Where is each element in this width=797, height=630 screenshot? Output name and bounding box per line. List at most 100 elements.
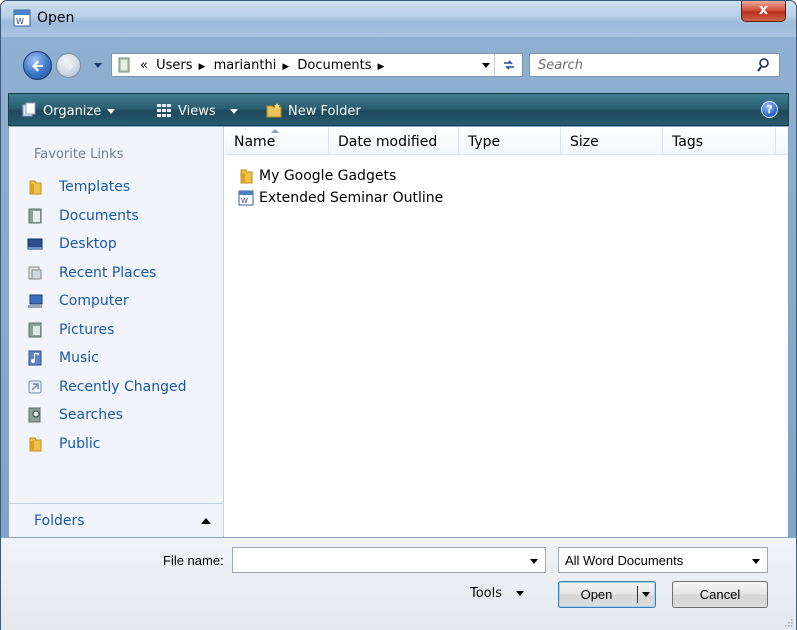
sidebar-item-label: Documents bbox=[59, 207, 139, 224]
column-header-date-modified[interactable]: Date modified bbox=[329, 127, 459, 155]
folder-icon bbox=[240, 169, 253, 184]
command-toolbar: Organize Views New Folder ? bbox=[8, 93, 789, 126]
word-app-icon: W bbox=[13, 9, 31, 27]
organize-menu[interactable]: Organize bbox=[21, 102, 116, 119]
chevron-down-icon[interactable] bbox=[530, 559, 538, 564]
search-icon[interactable] bbox=[757, 57, 773, 73]
window-title: Open bbox=[37, 10, 75, 26]
sidebar-item-label: Recent Places bbox=[59, 264, 157, 281]
address-bar[interactable]: « Users ▶ marianthi ▶ Documents ▶ bbox=[111, 53, 523, 77]
music-icon bbox=[28, 350, 42, 366]
column-header-name[interactable]: Name bbox=[225, 127, 329, 155]
open-label: Open bbox=[580, 587, 613, 602]
breadcrumb-separator-icon[interactable]: ▶ bbox=[199, 62, 206, 72]
file-type-select[interactable]: All Word Documents bbox=[558, 547, 768, 573]
breadcrumb-overflow[interactable]: « bbox=[140, 58, 148, 73]
sidebar-item-searches[interactable]: Searches bbox=[27, 401, 187, 430]
recent-pages-dropdown-icon[interactable] bbox=[92, 59, 104, 71]
breadcrumb-marianthi[interactable]: marianthi bbox=[214, 58, 277, 73]
refresh-icon bbox=[503, 60, 514, 70]
new-folder-button[interactable]: New Folder bbox=[266, 102, 361, 119]
sidebar-item-label: Recently Changed bbox=[59, 378, 187, 395]
resize-grip-icon[interactable] bbox=[783, 617, 793, 627]
help-button[interactable]: ? bbox=[761, 101, 778, 118]
title-bar[interactable]: W Open x bbox=[1, 1, 796, 37]
open-button[interactable]: Open bbox=[558, 581, 656, 608]
column-header-size[interactable]: Size bbox=[561, 127, 663, 155]
column-label: Size bbox=[570, 134, 599, 150]
column-label: Tags bbox=[672, 134, 703, 150]
sidebar-item-recently-changed[interactable]: Recently Changed bbox=[27, 373, 187, 402]
breadcrumb-users[interactable]: Users bbox=[156, 58, 192, 73]
folder-icon bbox=[29, 437, 42, 452]
tools-label: Tools bbox=[470, 586, 503, 601]
open-options-dropdown-icon[interactable] bbox=[642, 592, 650, 597]
folder-icon bbox=[29, 180, 42, 195]
sidebar-item-label: Public bbox=[59, 435, 101, 452]
search-input[interactable]: Search bbox=[538, 58, 583, 73]
sort-ascending-icon bbox=[271, 129, 279, 133]
file-type-value: All Word Documents bbox=[565, 553, 684, 568]
navigation-pane: Favorite Links Templates Documents Deskt… bbox=[9, 127, 224, 537]
file-name-input[interactable] bbox=[232, 547, 546, 573]
close-button[interactable]: x bbox=[741, 1, 786, 22]
file-list: My Google Gadgets W Extended Seminar Out… bbox=[238, 165, 443, 209]
folders-toggle[interactable]: Folders bbox=[9, 503, 223, 537]
split-divider bbox=[637, 586, 638, 603]
sidebar-item-desktop[interactable]: Desktop bbox=[27, 230, 187, 259]
file-name: My Google Gadgets bbox=[259, 168, 397, 184]
refresh-button[interactable] bbox=[494, 54, 522, 76]
chevron-down-icon bbox=[752, 559, 760, 564]
sidebar-item-label: Searches bbox=[59, 407, 124, 424]
breadcrumb-separator-icon[interactable]: ▶ bbox=[282, 62, 289, 72]
searches-icon bbox=[28, 407, 41, 423]
cancel-button[interactable]: Cancel bbox=[672, 581, 768, 608]
sidebar-item-recent-places[interactable]: Recent Places bbox=[27, 259, 187, 288]
desktop-icon bbox=[27, 238, 43, 250]
file-name: Extended Seminar Outline bbox=[259, 190, 444, 206]
breadcrumb-documents[interactable]: Documents bbox=[297, 58, 371, 73]
folders-label: Folders bbox=[34, 513, 85, 529]
file-list-pane: Name Date modified Type Size Tags My Goo… bbox=[225, 127, 788, 537]
forward-button[interactable] bbox=[56, 53, 81, 78]
tools-menu[interactable]: Tools bbox=[470, 586, 525, 601]
location-icon bbox=[118, 57, 130, 73]
sidebar-item-music[interactable]: Music bbox=[27, 344, 187, 373]
sidebar-item-label: Music bbox=[59, 350, 99, 367]
favorite-links-heading: Favorite Links bbox=[34, 147, 124, 162]
open-dialog: W Open x « Users ▶ marianthi ▶ Documents… bbox=[0, 0, 797, 630]
breadcrumb-separator-icon[interactable]: ▶ bbox=[378, 62, 385, 72]
sidebar-item-documents[interactable]: Documents bbox=[27, 202, 187, 231]
back-button[interactable] bbox=[23, 51, 52, 80]
organize-icon bbox=[22, 102, 36, 117]
list-item[interactable]: W Extended Seminar Outline bbox=[238, 187, 443, 209]
new-folder-icon bbox=[266, 103, 282, 118]
sidebar-item-public[interactable]: Public bbox=[27, 430, 187, 459]
chevron-up-icon bbox=[201, 518, 211, 524]
column-label: Name bbox=[234, 134, 276, 150]
sidebar-item-templates[interactable]: Templates bbox=[27, 173, 187, 202]
address-history-dropdown-icon[interactable] bbox=[482, 63, 490, 68]
column-header-type[interactable]: Type bbox=[459, 127, 561, 155]
chevron-down-icon bbox=[516, 591, 525, 596]
svg-text:W: W bbox=[241, 197, 248, 205]
sidebar-item-computer[interactable]: Computer bbox=[27, 287, 187, 316]
list-item[interactable]: My Google Gadgets bbox=[238, 165, 443, 187]
views-menu[interactable]: Views bbox=[156, 102, 238, 119]
chevron-down-icon bbox=[229, 109, 238, 114]
pictures-icon bbox=[28, 322, 42, 338]
arrow-left-icon bbox=[32, 60, 43, 72]
column-headers: Name Date modified Type Size Tags bbox=[225, 127, 788, 155]
sidebar-item-pictures[interactable]: Pictures bbox=[27, 316, 187, 345]
recently-changed-icon bbox=[28, 380, 42, 394]
favorite-links-list: Templates Documents Desktop Recent Place… bbox=[27, 173, 187, 458]
documents-icon bbox=[28, 208, 42, 224]
new-folder-label: New Folder bbox=[288, 104, 361, 119]
chevron-down-icon bbox=[107, 109, 116, 114]
views-icon bbox=[157, 104, 171, 117]
svg-text:W: W bbox=[16, 17, 24, 26]
column-header-tags[interactable]: Tags bbox=[663, 127, 776, 155]
dialog-footer: File name: All Word Documents Tools Open… bbox=[1, 538, 796, 630]
search-box[interactable]: Search bbox=[529, 53, 780, 77]
breadcrumb: « Users ▶ marianthi ▶ Documents ▶ bbox=[140, 58, 388, 73]
